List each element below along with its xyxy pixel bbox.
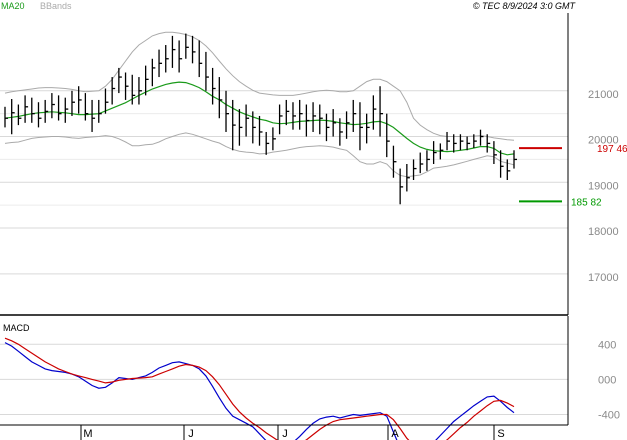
month-label: J (282, 428, 288, 440)
macd-panel: MACD -400 000 400 (0, 316, 620, 440)
macd-grid (0, 343, 568, 415)
macd-title: MACD (3, 323, 30, 333)
price-y-axis: 1700018000190002000021000 (588, 89, 619, 284)
time-axis: MJJAS (0, 424, 568, 440)
month-label: S (497, 428, 504, 440)
macd-y-tick-label: -400 (598, 409, 620, 421)
price-panel: 1700018000190002000021000 197 46185 82 (0, 13, 627, 316)
price-y-tick-label: 18000 (588, 226, 619, 238)
price-y-tick-label: 19000 (588, 180, 619, 192)
month-label: J (188, 428, 194, 440)
stock-chart: MA20 BBands © TEC 8/9/2024 3:0 GMT 17000… (0, 1, 627, 440)
support-label: 185 82 (571, 197, 602, 208)
month-labels: MJJAS (80, 425, 505, 440)
resistance-label: 197 46 (597, 144, 627, 155)
month-label: A (391, 428, 399, 440)
month-label: M (83, 428, 92, 440)
copyright-label: © TEC 8/9/2024 3:0 GMT (473, 1, 577, 11)
price-y-tick-label: 17000 (588, 272, 619, 284)
legend-bbands-label: BBands (40, 1, 72, 11)
macd-y-tick-label: 000 (598, 374, 616, 386)
legend-ma20-label: MA20 (1, 1, 25, 11)
price-plot-area (0, 13, 568, 315)
macd-y-axis: -400 000 400 (598, 339, 620, 421)
macd-y-tick-label: 400 (598, 339, 616, 351)
price-y-tick-label: 21000 (588, 89, 619, 101)
